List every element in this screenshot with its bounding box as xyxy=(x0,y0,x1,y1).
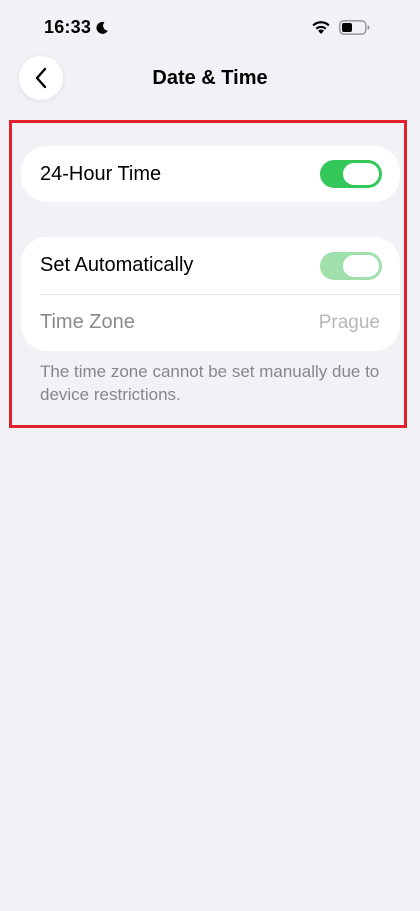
time-zone-row[interactable]: Time Zone Prague xyxy=(21,294,400,351)
set-automatically-label: Set Automatically xyxy=(40,254,194,276)
battery-icon xyxy=(339,19,370,35)
toggle-knob xyxy=(343,254,379,277)
status-time: 16:33 xyxy=(44,17,92,37)
time-zone-value: Prague xyxy=(318,311,380,333)
hour24-toggle[interactable] xyxy=(320,160,382,188)
status-icons xyxy=(311,19,370,35)
hour24-row: 24-Hour Time xyxy=(21,146,400,202)
hour24-label: 24-Hour Time xyxy=(40,162,162,185)
navigation-bar: Date & Time xyxy=(0,50,420,108)
set-automatically-toggle[interactable] xyxy=(320,251,382,280)
time-zone-label: Time Zone xyxy=(40,311,135,333)
hour24-card: 24-Hour Time xyxy=(21,146,400,202)
moon-icon xyxy=(96,21,108,34)
restriction-footnote: The time zone cannot be set manually due… xyxy=(40,362,380,404)
page-title: Date & Time xyxy=(152,67,268,89)
wifi-icon xyxy=(312,21,330,34)
toggle-knob xyxy=(343,163,379,185)
status-time-group: 16:33 xyxy=(44,17,109,38)
status-bar: 16:33 xyxy=(0,0,420,56)
auto-time-card: Set Automatically Time Zone Prague xyxy=(21,237,400,351)
set-automatically-row: Set Automatically xyxy=(21,237,400,294)
